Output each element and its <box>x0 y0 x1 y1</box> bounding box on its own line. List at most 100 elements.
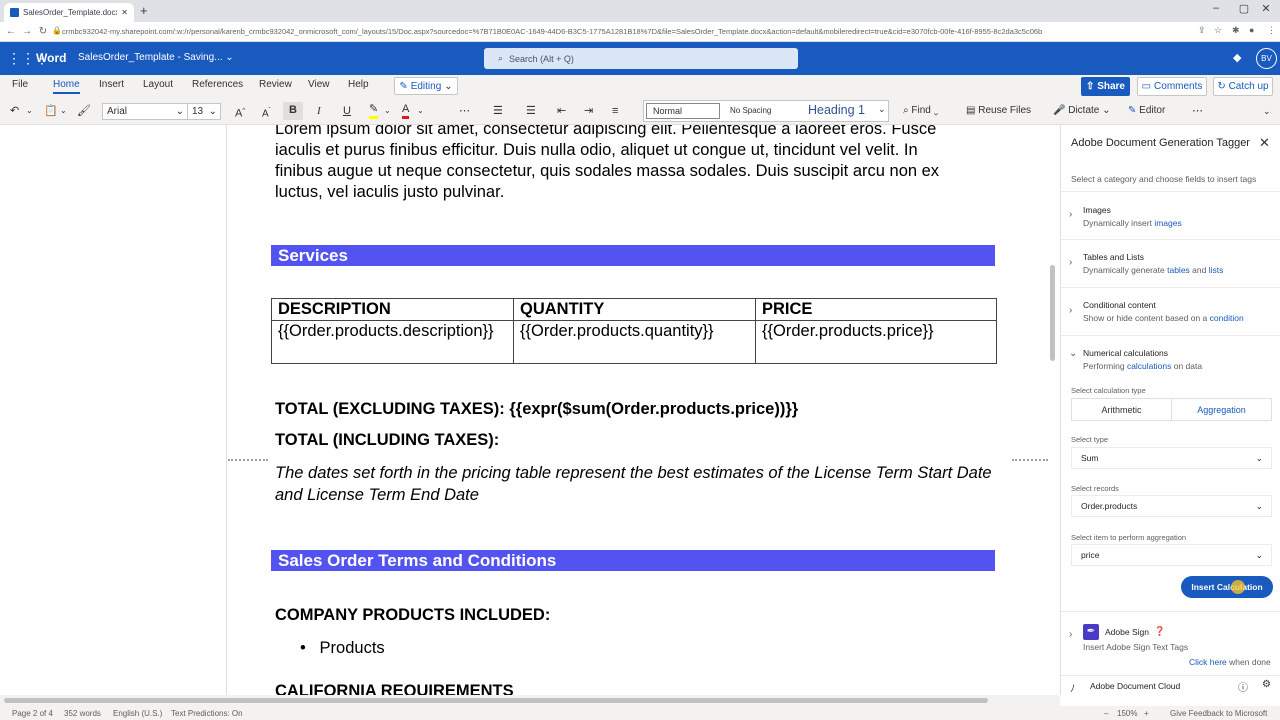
pricing-table[interactable]: DESCRIPTION QUANTITY PRICE {{Order.produ… <box>271 298 997 364</box>
chevron-down-icon[interactable]: ⌄ <box>417 103 424 119</box>
close-icon[interactable]: ✕ <box>1259 135 1270 151</box>
decrease-indent-icon[interactable]: ⇤ <box>557 103 566 119</box>
style-normal[interactable]: Normal <box>646 103 720 119</box>
tab-home[interactable]: Home <box>53 79 80 94</box>
table-header[interactable]: DESCRIPTION <box>271 298 514 321</box>
avatar[interactable]: BV <box>1256 48 1277 69</box>
diamond-icon[interactable]: ◆ <box>1233 51 1241 64</box>
category-conditional[interactable]: › Conditional content Show or hide conte… <box>1061 287 1280 335</box>
tab-view[interactable]: View <box>308 79 330 90</box>
numbering-icon[interactable]: ☰ <box>526 103 536 119</box>
comments-button[interactable]: ▭ Comments <box>1137 77 1207 96</box>
scroll-thumb[interactable] <box>4 698 988 703</box>
tab-help[interactable]: Help <box>348 79 369 90</box>
increase-indent-icon[interactable]: ⇥ <box>584 103 593 119</box>
table-header[interactable]: QUANTITY <box>513 298 756 321</box>
zoom-in-icon[interactable]: + <box>1144 709 1149 718</box>
text-predictions[interactable]: Text Predictions: On <box>171 709 243 718</box>
font-size-dropdown[interactable]: 13 ⌄ <box>187 103 221 120</box>
editing-mode-button[interactable]: ✎ Editing ⌄ <box>394 77 458 95</box>
adobe-sign-desc[interactable]: Insert Adobe Sign Text Tags <box>1083 642 1188 652</box>
style-no-spacing[interactable]: No Spacing <box>730 106 771 115</box>
editor-button[interactable]: ✎ Editor <box>1128 103 1165 119</box>
desc-link[interactable]: tables <box>1167 265 1190 275</box>
profile-icon[interactable]: ● <box>1249 25 1254 35</box>
reuse-files-button[interactable]: ▤ Reuse Files <box>966 103 1031 119</box>
feedback-link[interactable]: Give Feedback to Microsoft <box>1170 709 1267 718</box>
company-products-heading[interactable]: COMPANY PRODUCTS INCLUDED: <box>275 605 995 626</box>
share-button[interactable]: ⇧ Share <box>1081 77 1130 96</box>
shrink-font-icon[interactable]: Aˇ <box>262 103 271 122</box>
format-painter-icon[interactable]: 🖌 <box>77 103 91 119</box>
lorem-paragraph[interactable]: Lorem ipsum dolor sit amet, consectetur … <box>275 125 995 203</box>
desc-link[interactable]: condition <box>1210 313 1244 323</box>
desc-link[interactable]: lists <box>1209 265 1224 275</box>
terms-heading[interactable]: Sales Order Terms and Conditions <box>271 550 995 571</box>
chevron-down-icon[interactable]: ⌄ <box>60 103 67 119</box>
word-count[interactable]: 352 words <box>64 709 101 718</box>
services-heading[interactable]: Services <box>271 245 995 266</box>
tab-review[interactable]: Review <box>259 79 292 90</box>
records-select[interactable]: Order.products ⌄ <box>1071 495 1272 517</box>
share-page-icon[interactable]: ⇪ <box>1198 25 1206 36</box>
help-icon[interactable]: ❓ <box>1154 626 1165 637</box>
browser-tab[interactable]: SalesOrder_Template.docx ✕ <box>4 3 134 22</box>
zoom-level[interactable]: 150% <box>1117 709 1137 718</box>
type-select[interactable]: Sum ⌄ <box>1071 447 1272 469</box>
horizontal-scrollbar[interactable] <box>0 695 1060 706</box>
insert-calculation-button[interactable]: Insert Calculation <box>1181 576 1273 598</box>
total-excluding-taxes[interactable]: TOTAL (EXCLUDING TAXES): {{expr($sum(Ord… <box>275 399 995 420</box>
desc-link[interactable]: images <box>1154 218 1181 228</box>
more-options-icon[interactable]: ⋯ <box>459 103 470 119</box>
info-icon[interactable]: ⓘ <box>1238 679 1248 694</box>
zoom-out-icon[interactable]: – <box>1104 709 1108 718</box>
table-cell[interactable]: {{Order.products.price}} <box>755 320 997 364</box>
font-color-icon[interactable]: A <box>402 103 410 119</box>
catch-up-button[interactable]: ↻ Catch up <box>1213 77 1273 96</box>
ribbon-collapse-icon[interactable]: ⌄ <box>1263 103 1271 119</box>
ribbon-more-icon[interactable]: ⋯ <box>1192 103 1203 119</box>
segment-aggregation[interactable]: Aggregation <box>1172 399 1271 420</box>
bullets-icon[interactable]: ☰ <box>493 103 503 119</box>
app-name[interactable]: Word <box>36 51 66 65</box>
item-select[interactable]: price ⌄ <box>1071 544 1272 566</box>
grow-font-icon[interactable]: A^ <box>235 103 245 122</box>
segment-arithmetic[interactable]: Arithmetic <box>1072 399 1172 420</box>
url-field[interactable]: crmbc932042-my.sharepoint.com/:w:/r/pers… <box>62 25 1212 39</box>
dictate-button[interactable]: 🎤 Dictate ⌄ <box>1053 103 1111 119</box>
dates-note[interactable]: The dates set forth in the pricing table… <box>275 462 995 506</box>
bookmark-star-icon[interactable]: ☆ <box>1214 25 1222 36</box>
click-here-link[interactable]: Click here <box>1189 657 1227 667</box>
document-title[interactable]: SalesOrder_Template - Saving... ⌄ <box>78 52 234 63</box>
bullet-item[interactable]: • Products <box>300 638 1020 659</box>
table-cell[interactable]: {{Order.products.quantity}} <box>513 320 756 364</box>
new-tab-icon[interactable]: + <box>140 3 148 18</box>
forward-icon[interactable]: → <box>19 26 35 37</box>
vertical-scrollbar[interactable] <box>1050 265 1055 361</box>
category-tables-lists[interactable]: › Tables and Lists Dynamically generate … <box>1061 239 1280 287</box>
category-images[interactable]: › Images Dynamically insert images <box>1061 191 1280 239</box>
tab-references[interactable]: References <box>192 79 243 90</box>
table-cell[interactable]: {{Order.products.description}} <box>271 320 514 364</box>
reload-icon[interactable]: ↻ <box>35 26 51 37</box>
browser-menu-icon[interactable]: ⋮ <box>1267 25 1276 36</box>
underline-icon[interactable]: U <box>343 103 351 119</box>
table-header[interactable]: PRICE <box>755 298 997 321</box>
tab-file[interactable]: File <box>12 79 28 90</box>
page-count[interactable]: Page 2 of 4 <box>12 709 53 718</box>
highlight-icon[interactable]: ✎ <box>369 103 379 119</box>
italic-icon[interactable]: I <box>317 103 321 119</box>
chevron-down-icon[interactable]: ⌄ <box>384 103 391 119</box>
chevron-down-icon[interactable]: ⌄ <box>26 103 33 119</box>
minimize-icon[interactable]: – <box>1202 2 1230 14</box>
style-heading-1[interactable]: Heading 1 <box>808 103 865 117</box>
bold-icon[interactable]: B <box>283 102 303 120</box>
tab-close-icon[interactable]: ✕ <box>121 8 128 17</box>
tab-insert[interactable]: Insert <box>99 79 124 90</box>
extensions-icon[interactable]: ✱ <box>1232 25 1240 36</box>
california-heading[interactable]: CALIFORNIA REQUIREMENTS <box>275 681 995 695</box>
language[interactable]: English (U.S.) <box>113 709 162 718</box>
tab-layout[interactable]: Layout <box>143 79 173 90</box>
undo-icon[interactable]: ↶ <box>10 103 19 119</box>
total-including-taxes[interactable]: TOTAL (INCLUDING TAXES): <box>275 430 995 451</box>
